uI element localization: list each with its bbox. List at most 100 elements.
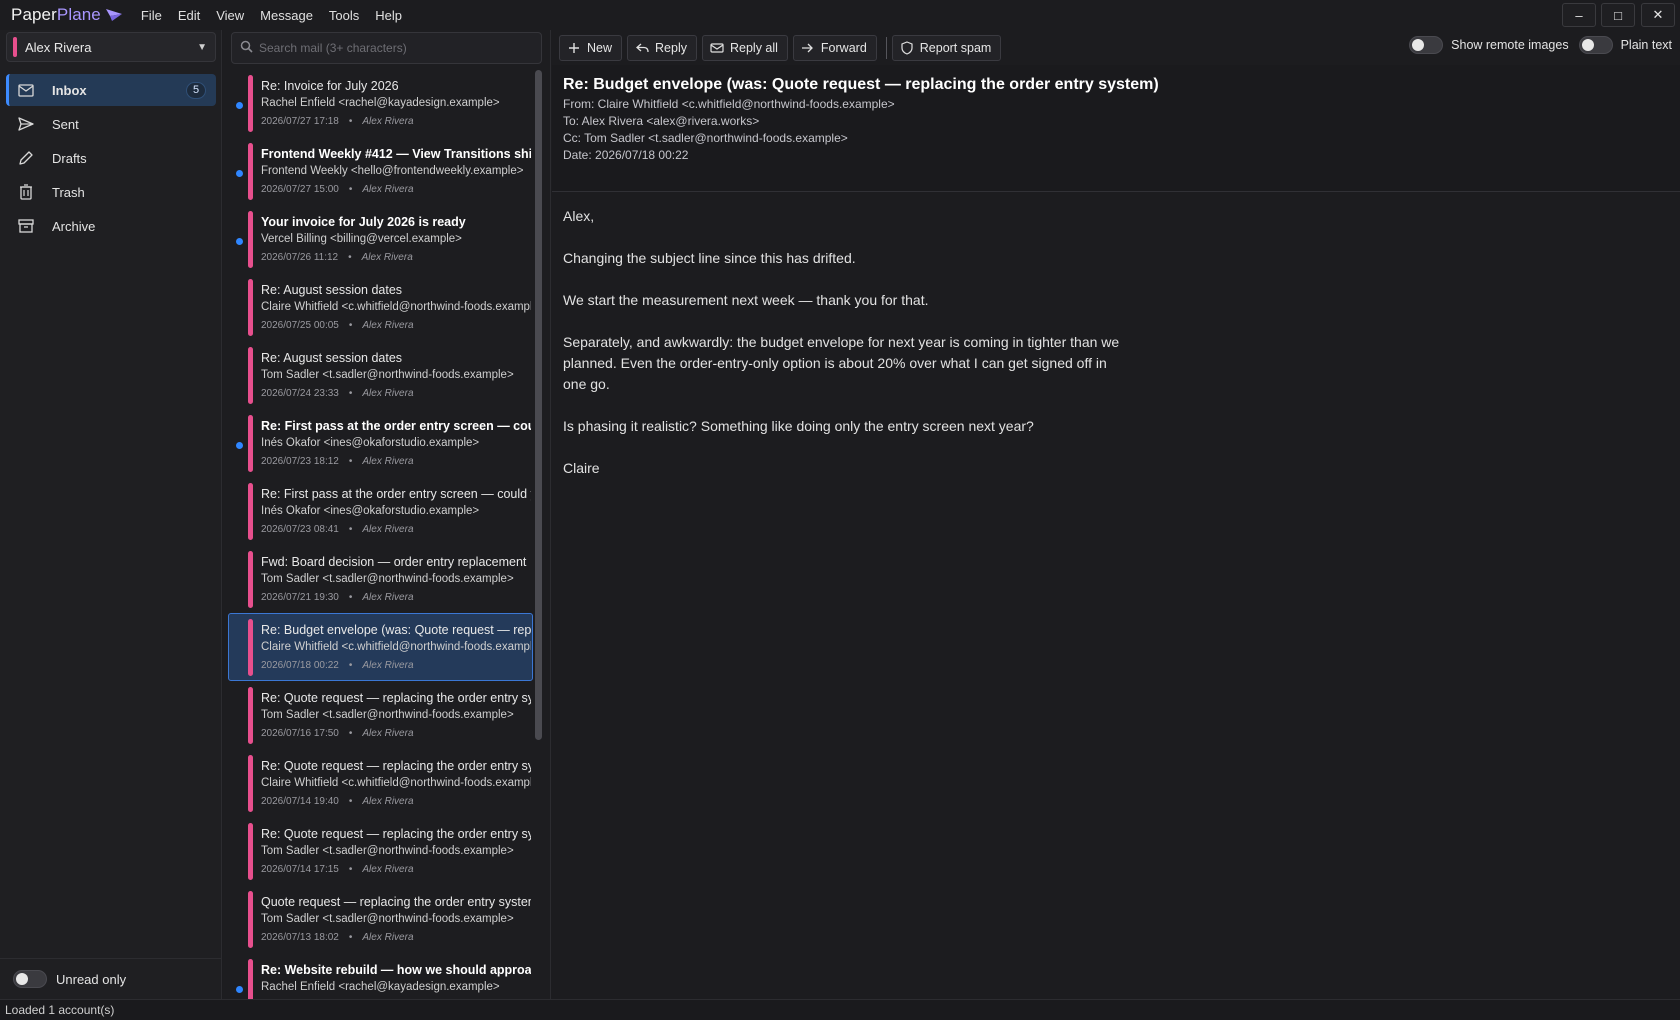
unread-only-toggle[interactable]	[13, 970, 47, 988]
message-row[interactable]: Quote request — replacing the order entr…	[228, 885, 533, 953]
sidebar-item-sent[interactable]: Sent	[6, 108, 216, 140]
reply-all-button[interactable]: Reply all	[701, 34, 788, 61]
account-color-bar	[13, 37, 17, 57]
plus-icon	[567, 41, 581, 55]
view-options: Show remote images Plain text	[1409, 36, 1672, 54]
unread-only-filter: Unread only	[0, 958, 222, 999]
message-subject: Re: Website rebuild — how we should appr…	[261, 963, 531, 977]
message-subject: Re: First pass at the order entry screen…	[261, 487, 531, 501]
message-sender: Claire Whitfield <c.whitfield@northwind-…	[261, 301, 531, 313]
message-header: Re: Budget envelope (was: Quote request …	[552, 65, 1680, 192]
account-color-bar	[248, 347, 253, 404]
body-paragraph: Changing the subject line since this has…	[563, 250, 856, 266]
message-row[interactable]: Re: August session dates Claire Whitfield…	[228, 273, 533, 341]
message-meta: 2026/07/21 19:30 • Alex Rivera	[261, 592, 414, 603]
app-window: Paper Plane File Edit View Message Tools …	[0, 0, 1680, 1020]
message-sender: Tom Sadler <t.sadler@northwind-foods.exa…	[261, 913, 514, 925]
scrollbar-thumb[interactable]	[535, 70, 542, 740]
sidebar-item-inbox[interactable]: Inbox 5	[6, 74, 216, 106]
message-row[interactable]: Fwd: Board decision — order entry replac…	[228, 545, 533, 613]
sidebar-item-label: Sent	[52, 116, 79, 132]
message-row[interactable]: Re: Quote request — replacing the order …	[228, 681, 533, 749]
new-button-label: New	[587, 40, 613, 55]
search-input[interactable]	[259, 41, 529, 55]
account-color-bar	[248, 483, 253, 540]
message-date: 2026/07/23 08:41	[261, 524, 339, 535]
message-date: 2026/07/24 23:33	[261, 388, 339, 399]
message-row[interactable]: Re: Website rebuild — how we should appr…	[228, 953, 533, 999]
account-color-bar	[248, 279, 253, 336]
sidebar-item-label: Trash	[52, 184, 85, 200]
menu-message[interactable]: Message	[252, 8, 321, 23]
message-account: Alex Rivera	[362, 116, 414, 127]
sidebar-item-drafts[interactable]: Drafts	[6, 142, 216, 174]
reply-all-icon	[710, 41, 724, 55]
message-date: 2026/07/18 00:22	[261, 660, 339, 671]
account-selector[interactable]: Alex Rivera ▼	[6, 32, 216, 62]
message-meta: 2026/07/27 15:00 • Alex Rivera	[261, 184, 414, 195]
plain-text-toggle[interactable]	[1578, 36, 1613, 54]
message-sender: Vercel Billing <billing@vercel.example>	[261, 233, 462, 245]
account-color-bar	[248, 687, 253, 744]
unread-dot	[236, 442, 243, 449]
message-row[interactable]: Re: First pass at the order entry screen…	[228, 409, 533, 477]
forward-button-label: Forward	[820, 40, 867, 55]
close-button[interactable]: ✕	[1641, 3, 1675, 27]
maximize-icon: □	[1614, 7, 1622, 23]
inbox-icon	[16, 81, 36, 99]
unread-dot	[236, 238, 243, 245]
sidebar-item-label: Drafts	[52, 150, 87, 166]
message-meta: 2026/07/13 18:02 • Alex Rivera	[261, 932, 414, 943]
message-sender: Inés Okafor <ines@okaforstudio.example>	[261, 505, 480, 517]
message-list-scrollbar[interactable]	[535, 70, 542, 995]
body-paragraph: We start the measurement next week — tha…	[563, 292, 929, 308]
report-spam-button[interactable]: Report spam	[891, 34, 1002, 61]
menu-view[interactable]: View	[208, 8, 252, 23]
chevron-down-icon: ▼	[197, 41, 207, 53]
search-icon	[240, 40, 253, 56]
maximize-button[interactable]: □	[1601, 3, 1635, 27]
message-row[interactable]: Frontend Weekly #412 — View Transitions …	[228, 137, 533, 205]
report-spam-button-label: Report spam	[919, 40, 992, 55]
message-sender: Tom Sadler <t.sadler@northwind-foods.exa…	[261, 369, 514, 381]
message-meta: 2026/07/24 23:33 • Alex Rivera	[261, 388, 414, 399]
meta-separator: •	[348, 524, 353, 535]
reply-button[interactable]: Reply	[627, 34, 697, 61]
message-meta: 2026/07/26 11:12 • Alex Rivera	[261, 252, 413, 263]
message-row[interactable]: Re: Quote request — replacing the order …	[228, 817, 533, 885]
sidebar-item-archive[interactable]: Archive	[6, 210, 216, 242]
message-subject: Re: August session dates	[261, 283, 403, 297]
menu-tools[interactable]: Tools	[321, 8, 367, 23]
message-sender: Frontend Weekly <hello@frontendweekly.ex…	[261, 165, 524, 177]
folder-list: Inbox 5 Sent Drafts Trash Archive	[6, 74, 216, 244]
message-row[interactable]: Re: First pass at the order entry screen…	[228, 477, 533, 545]
message-subject: Re: Budget envelope (was: Quote request …	[563, 76, 1159, 93]
menu-file[interactable]: File	[133, 8, 170, 23]
message-row[interactable]: Re: Budget envelope (was: Quote request …	[228, 613, 533, 681]
app-logo: Paper Plane	[0, 5, 123, 25]
sidebar-item-label: Archive	[52, 218, 96, 234]
message-row[interactable]: Your invoice for July 2026 is ready Verce…	[228, 205, 533, 273]
logo-text-plane: Plane	[56, 5, 101, 24]
minimize-button[interactable]: –	[1562, 3, 1596, 27]
message-subject: Re: Quote request — replacing the order …	[261, 827, 531, 841]
trash-icon	[16, 183, 36, 201]
show-remote-images-toggle[interactable]	[1409, 36, 1444, 54]
message-row[interactable]: Re: Quote request — replacing the order …	[228, 749, 533, 817]
forward-button[interactable]: Forward	[792, 34, 877, 61]
message-account: Alex Rivera	[362, 660, 414, 671]
message-date: 2026/07/26 11:12	[261, 252, 339, 263]
account-color-bar	[248, 415, 253, 472]
search-box[interactable]	[231, 32, 542, 64]
sidebar-item-trash[interactable]: Trash	[6, 176, 216, 208]
menu-edit[interactable]: Edit	[170, 8, 208, 23]
new-button[interactable]: New	[559, 34, 623, 61]
meta-separator: •	[348, 252, 352, 263]
status-bar: Loaded 1 account(s)	[0, 999, 1680, 1020]
message-row[interactable]: Re: August session dates Tom Sadler <t.sa…	[228, 341, 533, 409]
message-account: Alex Rivera	[362, 796, 414, 807]
paper-plane-icon	[105, 9, 122, 21]
message-row[interactable]: Re: Invoice for July 2026 Rachel Enfield …	[228, 69, 533, 137]
minimize-icon: –	[1575, 7, 1583, 23]
menu-help[interactable]: Help	[367, 8, 410, 23]
